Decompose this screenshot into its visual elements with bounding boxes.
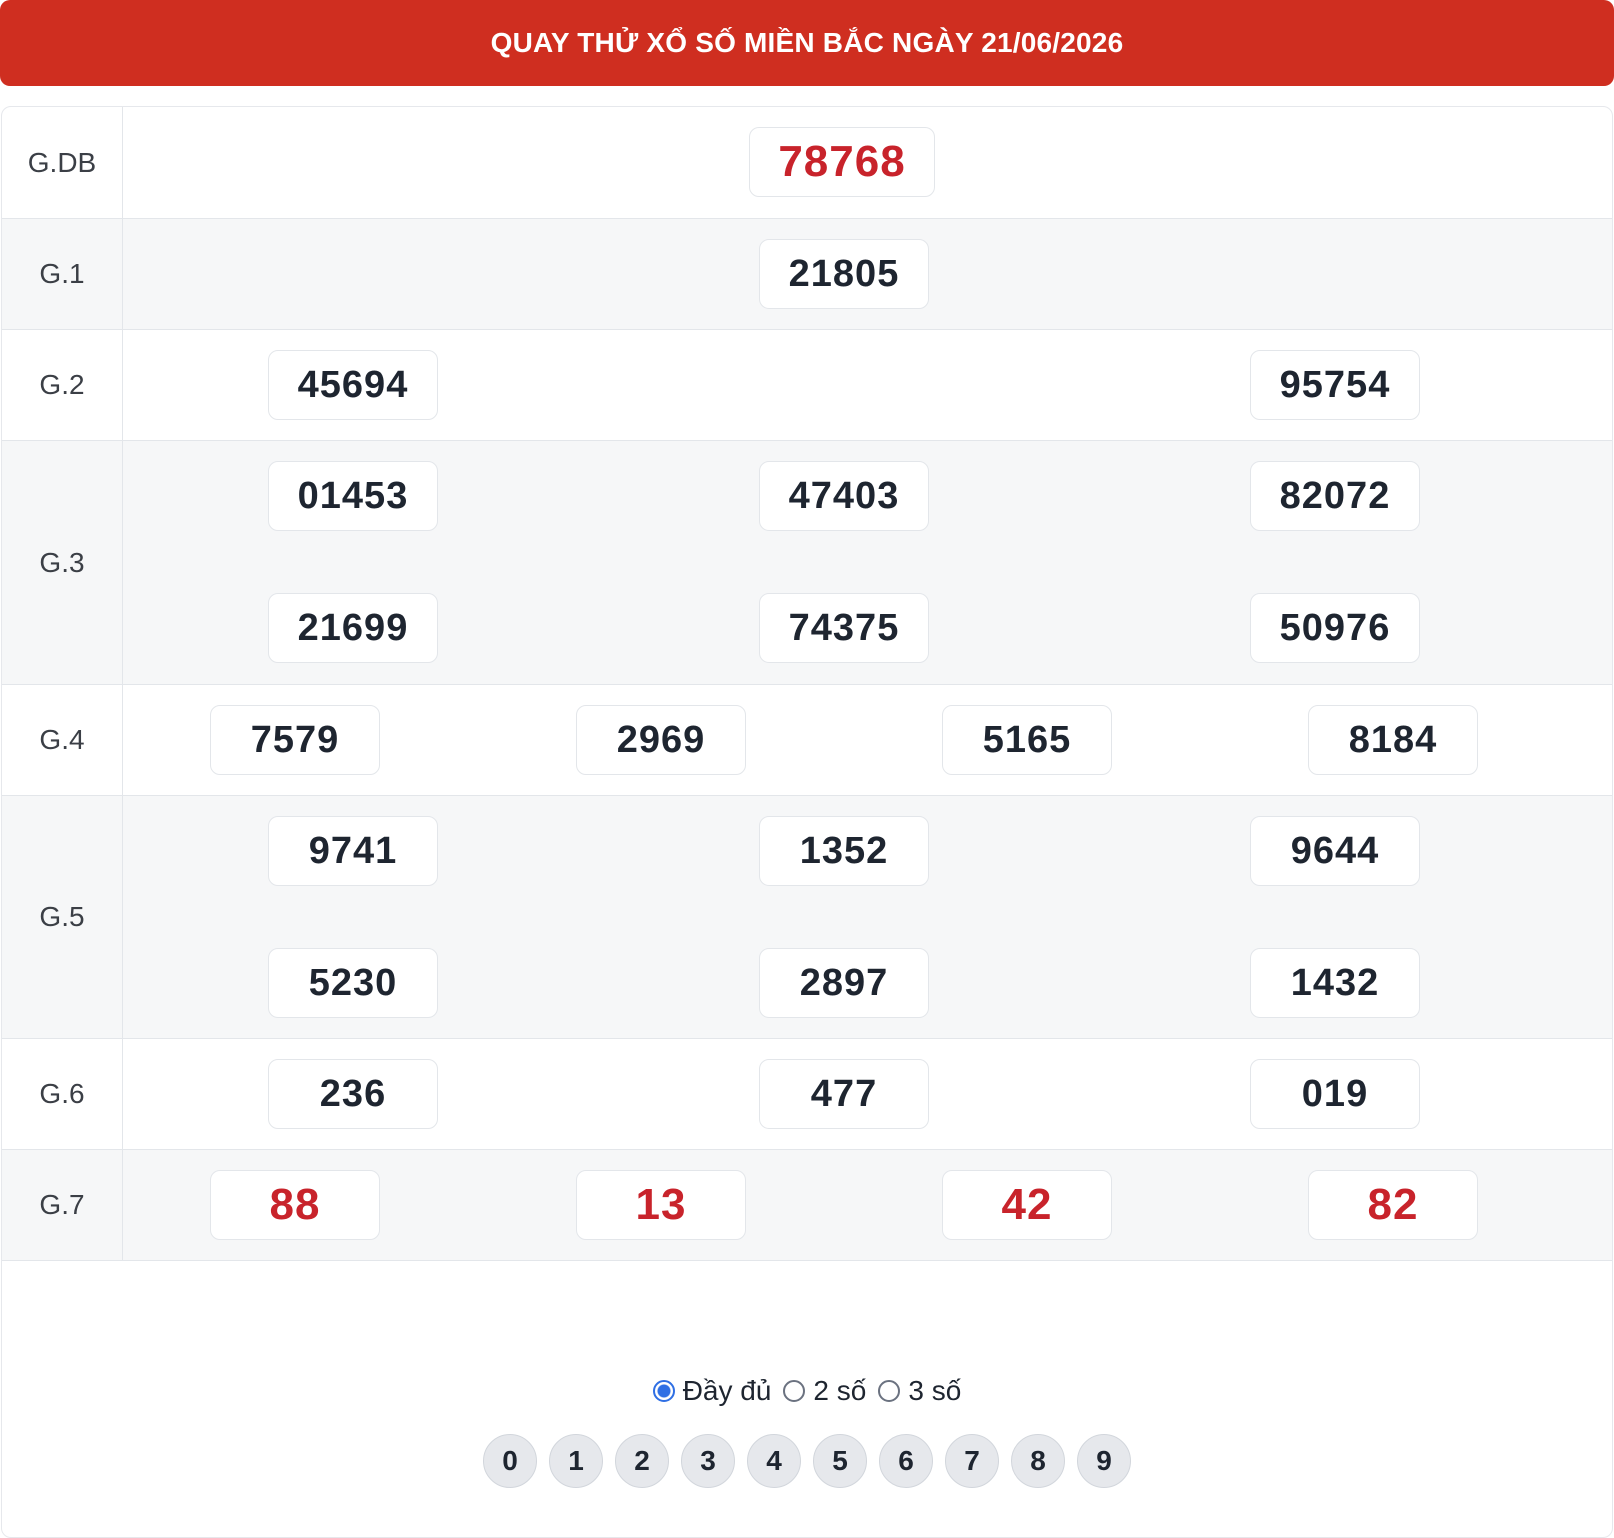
prize-label: G.2 [2,330,123,440]
radio-two-digits[interactable] [783,1380,806,1402]
display-mode-options: Đầy đủ 2 số 3 số [2,1361,1612,1421]
prize-number: 2969 [576,705,746,775]
prize-number: 9741 [268,816,438,886]
results-header: QUAY THỬ XỔ SỐ MIỀN BẮC NGÀY 21/06/2026 [0,0,1614,86]
prize-number: 45694 [268,350,438,420]
digit-filter-bar: 0 1 2 3 4 5 6 7 8 9 [2,1431,1612,1491]
prize-row-g5: G.5 9741 1352 9644 5230 2897 1432 [2,796,1612,1039]
prize-row-g2: G.2 45694 95754 [2,330,1612,441]
prize-number: 01453 [268,461,438,531]
prize-number: 42 [942,1170,1112,1240]
prize-row-g7: G.7 88 13 42 82 [2,1150,1612,1261]
prize-row-special: G.DB 78768 [2,107,1612,219]
prize-number: 47403 [759,461,929,531]
digit-button-8[interactable]: 8 [1011,1434,1065,1488]
prize-label: G.4 [2,685,123,795]
digit-button-7[interactable]: 7 [945,1434,999,1488]
prize-number: 21699 [268,593,438,663]
digit-button-6[interactable]: 6 [879,1434,933,1488]
option-label: 3 số [908,1375,962,1406]
prize-number: 5230 [268,948,438,1018]
prize-row-g1: G.1 21805 [2,219,1612,330]
results-table: G.DB 78768 G.1 21805 G.2 45694 95754 G.3… [1,106,1613,1538]
prize-number: 21805 [759,239,929,309]
digit-button-4[interactable]: 4 [747,1434,801,1488]
prize-number: 9644 [1250,816,1420,886]
digit-button-5[interactable]: 5 [813,1434,867,1488]
prize-label: G.DB [2,107,123,218]
prize-row-g4: G.4 7579 2969 5165 8184 [2,685,1612,796]
prize-number: 5165 [942,705,1112,775]
prize-number: 477 [759,1059,929,1129]
option-three-digits[interactable]: 3 số [878,1375,961,1407]
prize-number: 82 [1308,1170,1478,1240]
prize-number: 1432 [1250,948,1420,1018]
digit-button-2[interactable]: 2 [615,1434,669,1488]
prize-label: G.7 [2,1150,123,1260]
prize-number: 2897 [759,948,929,1018]
prize-label: G.1 [2,219,123,329]
digit-button-9[interactable]: 9 [1077,1434,1131,1488]
prize-number: 8184 [1308,705,1478,775]
option-label: Đầy đủ [682,1375,772,1406]
prize-number: 1352 [759,816,929,886]
prize-number: 82072 [1250,461,1420,531]
prize-number: 88 [210,1170,380,1240]
prize-number: 74375 [759,593,929,663]
prize-label: G.6 [2,1039,123,1149]
digit-button-1[interactable]: 1 [549,1434,603,1488]
prize-row-g6: G.6 236 477 019 [2,1039,1612,1150]
header-title: QUAY THỬ XỔ SỐ MIỀN BẮC NGÀY 21/06/2026 [490,27,1124,58]
prize-number: 236 [268,1059,438,1129]
radio-full[interactable] [652,1380,675,1402]
prize-row-g3: G.3 01453 47403 82072 21699 74375 50976 [2,441,1612,685]
prize-number: 7579 [210,705,380,775]
option-label: 2 số [813,1375,867,1406]
special-prize-number: 78768 [749,127,935,197]
prize-label: G.5 [2,796,123,1038]
option-two-digits[interactable]: 2 số [783,1375,866,1407]
option-full[interactable]: Đầy đủ [652,1375,772,1407]
prize-label: G.3 [2,441,123,684]
prize-number: 13 [576,1170,746,1240]
prize-number: 50976 [1250,593,1420,663]
prize-number: 019 [1250,1059,1420,1129]
digit-button-3[interactable]: 3 [681,1434,735,1488]
radio-three-digits[interactable] [878,1380,901,1402]
prize-number: 95754 [1250,350,1420,420]
digit-button-0[interactable]: 0 [483,1434,537,1488]
